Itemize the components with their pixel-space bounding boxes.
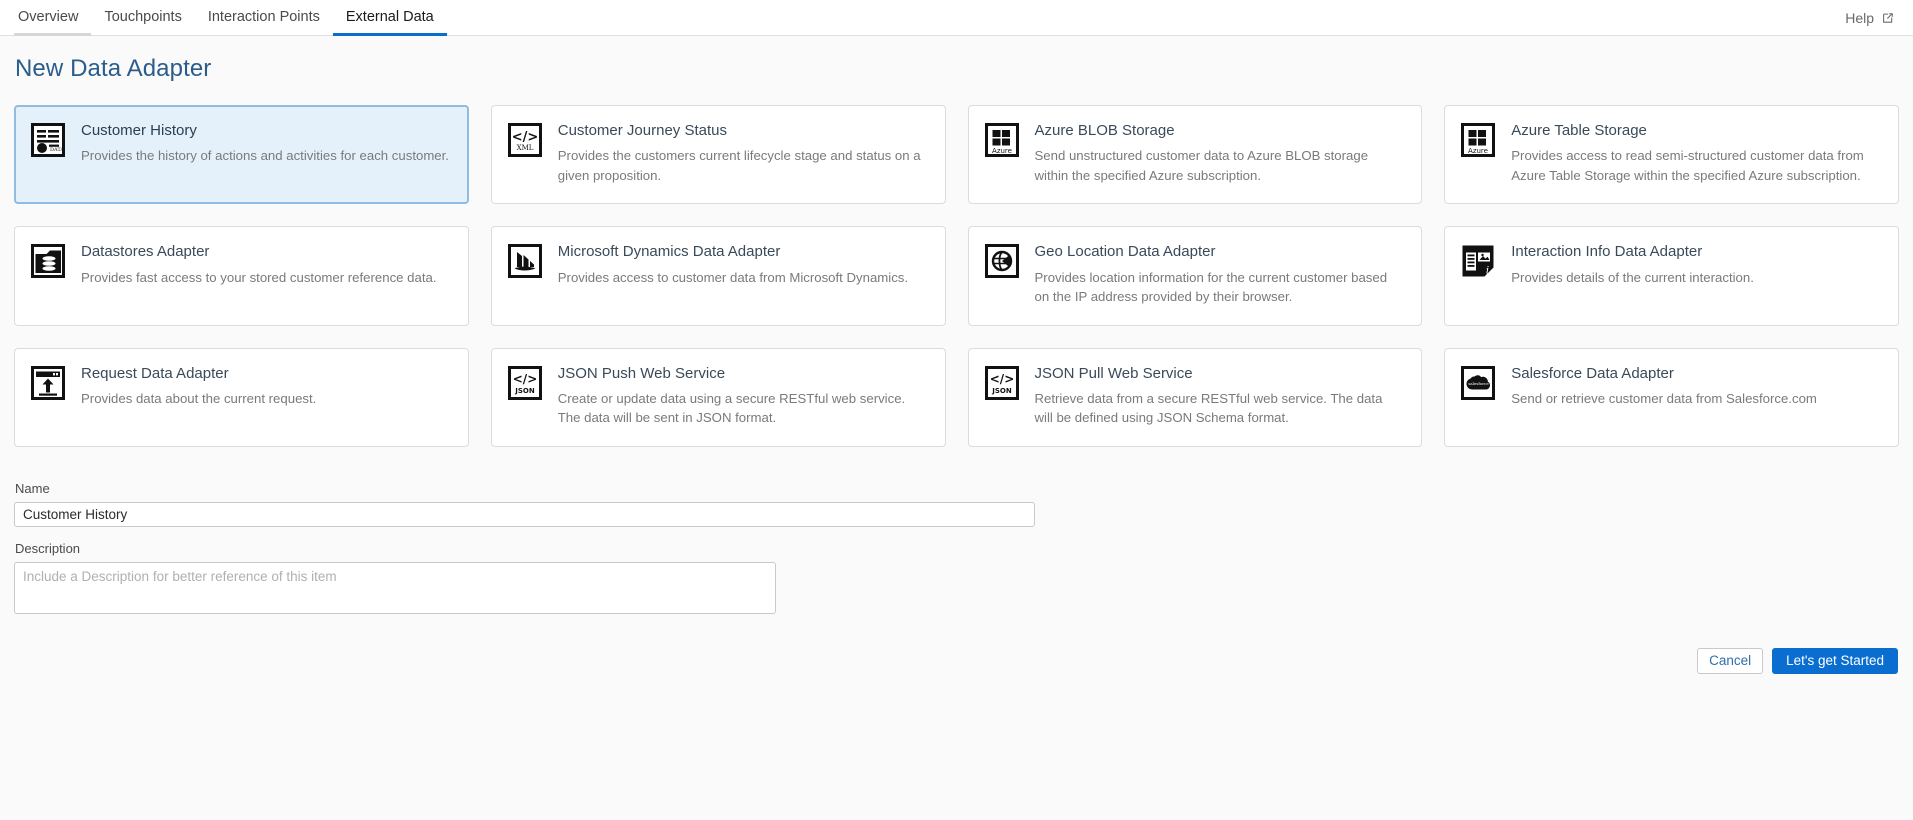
svg-text:JSON: JSON [991,387,1012,395]
tab-list: Overview Touchpoints Interaction Points Ext… [14,0,447,36]
adapter-card-title: Salesforce Data Adapter [1511,364,1674,382]
adapter-card-body: Request Data Adapter Provides data about … [81,365,316,428]
adapter-card-body: Customer Journey Status Provides the cust… [558,122,927,185]
svg-text:i: i [1486,266,1489,277]
adapter-card-body: Azure Table Storage Provides access to re… [1511,122,1880,185]
description-label: Description [15,540,81,556]
cancel-button[interactable]: Cancel [1697,647,1764,674]
adapter-card-body: JSON Push Web Service Create or update da… [558,365,927,428]
adapter-card-title: Microsoft Dynamics Data Adapter [557,243,781,261]
adapter-card-body: Azure BLOB Storage Send unstructured cust… [1035,122,1404,185]
json-code-icon: </> JSON [984,365,1019,400]
salesforce-icon: salesforce [1461,365,1496,400]
adapter-card-microsoft-dynamics-data-adapter[interactable]: Microsoft Dynamics Data Adapter Provides … [490,226,946,326]
adapter-card-description: Provides details of the current interact… [1511,269,1754,285]
adapter-card-body: Datastores Adapter Provides fast access t… [81,243,437,306]
name-input[interactable] [14,501,1035,527]
svg-text:Azure: Azure [1468,147,1488,155]
svg-text:</>: </> [989,372,1014,386]
adapter-card-title: Customer Journey Status [557,122,727,139]
azure-icon: Azure [984,123,1019,157]
description-input[interactable] [14,561,776,614]
adapter-card-title: JSON Push Web Service [557,364,726,382]
adapter-form: Name Description [14,481,1899,614]
json-code-icon: </> JSON [507,365,542,400]
svg-text:salesforce: salesforce [1468,381,1489,386]
adapter-card-json-pull-web-service[interactable]: </> JSON JSON Pull Web Service Retrieve d… [967,347,1423,447]
adapter-card-description: Provides access to read semi-structured … [1511,148,1864,183]
adapter-card-body: Interaction Info Data Adapter Provides de… [1511,243,1754,306]
adapter-card-description: Provides location information for the cu… [1034,269,1388,305]
tab-touchpoints[interactable]: Touchpoints [91,0,194,36]
footer-actions: Cancel Let's get Started [14,647,1899,674]
description-field-block: Description [14,541,1899,614]
adapter-card-json-push-web-service[interactable]: </> JSON JSON Push Web Service Create or … [490,347,946,447]
page-title: New Data Adapter [15,55,212,82]
adapter-card-grid: DATA Customer History Provides the histor… [14,105,1899,447]
adapter-card-request-data-adapter[interactable]: Request Data Adapter Provides data about … [14,347,469,447]
adapter-card-body: JSON Pull Web Service Retrieve data from … [1035,365,1404,428]
top-tab-bar: Overview Touchpoints Interaction Points Ext… [0,0,1913,36]
tab-external-data[interactable]: External Data [332,0,447,36]
adapter-card-body: Customer History Provides the history of … [81,122,449,185]
adapter-card-title: Datastores Adapter [81,243,210,261]
adapter-card-body: Salesforce Data Adapter Send or retrieve … [1511,365,1817,428]
svg-text:DATA: DATA [50,147,64,153]
svg-text:</>: </> [513,372,538,386]
adapter-card-title: JSON Pull Web Service [1034,364,1193,382]
page-content: New Data Adapter DATA Customer History Pr… [0,55,1913,674]
svg-text:XML: XML [516,144,533,152]
database-icon [31,244,65,279]
adapter-card-title: Interaction Info Data Adapter [1511,243,1703,261]
adapter-card-description: Retrieve data from a secure RESTful web … [1034,390,1383,426]
adapter-card-description: Send unstructured customer data to Azure… [1034,148,1369,183]
adapter-card-datastores-adapter[interactable]: Datastores Adapter Provides fast access t… [14,226,469,326]
adapter-card-body: Microsoft Dynamics Data Adapter Provides … [558,243,908,306]
adapter-card-body: Geo Location Data Adapter Provides locati… [1035,243,1404,306]
help-label: Help [1845,9,1874,26]
adapter-card-customer-history[interactable]: DATA Customer History Provides the histor… [14,105,469,205]
adapter-card-title: Customer History [81,122,197,139]
tab-overview[interactable]: Overview [14,0,92,36]
external-link-icon [1881,11,1895,25]
svg-text:</>: </> [511,130,538,145]
xml-code-icon: </> XML [507,123,542,157]
adapter-card-customer-journey-status[interactable]: </> XML Customer Journey Status Provides … [490,105,946,205]
adapter-card-description: Provides fast access to your stored cust… [81,269,437,285]
lets-get-started-button[interactable]: Let's get Started [1772,647,1898,674]
globe-icon [984,244,1019,279]
adapter-card-title: Azure Table Storage [1511,122,1647,139]
tab-interaction-points[interactable]: Interaction Points [195,0,333,36]
adapter-card-title: Azure BLOB Storage [1034,122,1175,139]
azure-icon: Azure [1461,123,1496,157]
adapter-card-salesforce-data-adapter[interactable]: salesforce Salesforce Data Adapter Send o… [1444,347,1899,447]
data-document-icon: DATA [31,123,65,157]
adapter-card-azure-blob-storage[interactable]: Azure Azure BLOB Storage Send unstructure… [967,105,1423,205]
adapter-card-description: Create or update data using a secure RES… [557,390,906,426]
adapter-card-description: Send or retrieve customer data from Sale… [1511,390,1817,406]
name-field-block: Name [14,481,1899,527]
adapter-card-description: Provides data about the current request. [81,390,317,406]
request-window-icon [31,365,65,400]
name-label: Name [15,480,50,496]
adapter-card-geo-location-data-adapter[interactable]: Geo Location Data Adapter Provides locati… [967,226,1423,326]
adapter-card-azure-table-storage[interactable]: Azure Azure Table Storage Provides access… [1444,105,1899,205]
adapter-card-description: Provides the customers current lifecycle… [557,148,921,183]
svg-text:JSON: JSON [514,387,535,395]
help-link[interactable]: Help [1845,0,1895,35]
dynamics-icon [507,244,542,279]
svg-text:Azure: Azure [992,147,1012,155]
interaction-info-icon: i [1461,244,1495,278]
adapter-card-title: Geo Location Data Adapter [1034,243,1216,261]
adapter-card-description: Provides access to customer data from Mi… [557,269,909,285]
adapter-card-description: Provides the history of actions and acti… [81,148,449,164]
adapter-card-interaction-info-data-adapter[interactable]: i Interaction Info Data Adapter Provides … [1444,226,1899,326]
adapter-card-title: Request Data Adapter [81,364,229,382]
